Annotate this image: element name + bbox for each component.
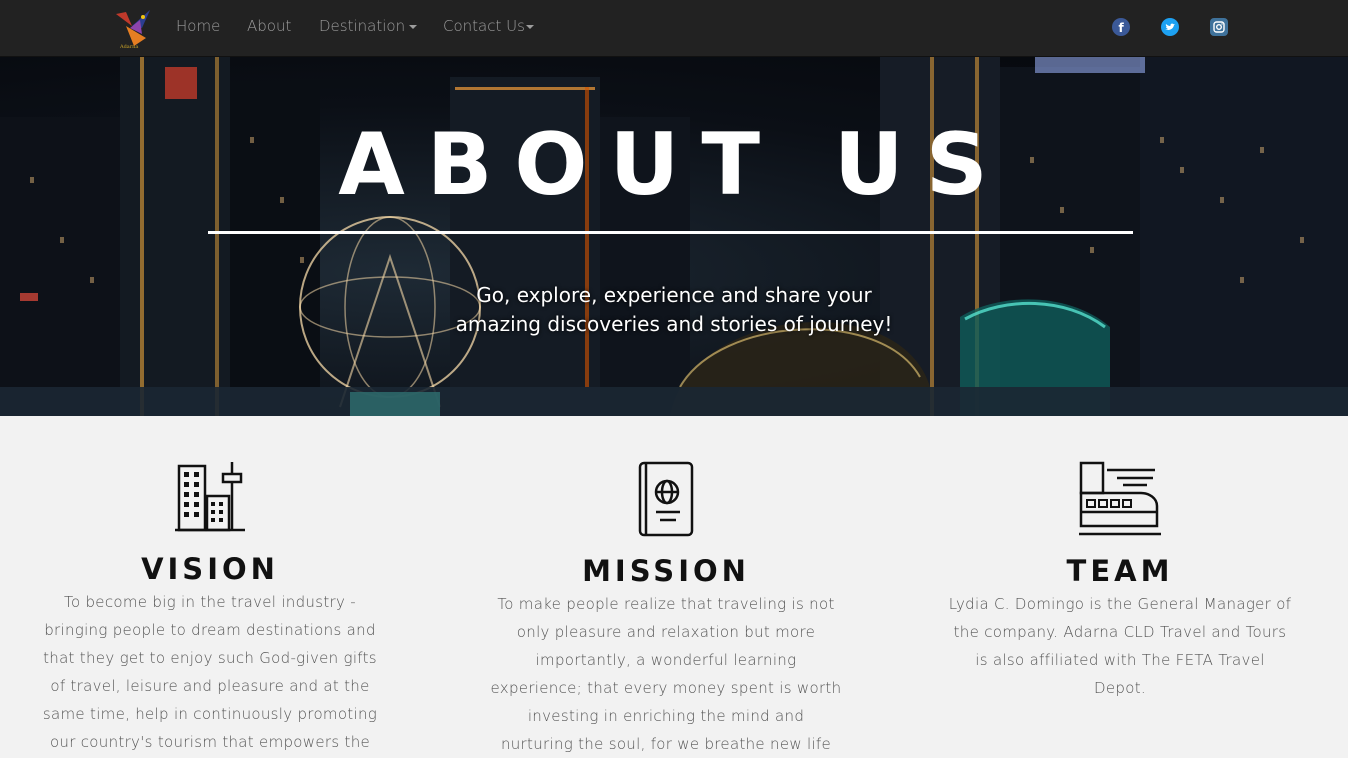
vision-line: bringing people to dream destinations an… [44,621,376,639]
train-icon [1079,461,1161,536]
team-section: TEAM Lydia C. Domingo is the General Man… [940,460,1300,702]
navbar: Adarna Home About Destination Contact Us… [0,0,1348,57]
facebook-icon[interactable]: f [1112,18,1130,36]
svg-text:f: f [1119,21,1125,35]
mission-text: To make people realize that traveling is… [486,590,846,758]
passport-icon [638,461,694,537]
nav-about-label: About [247,17,292,35]
vision-title: VISION [141,552,279,586]
twitter-icon[interactable] [1161,18,1179,36]
vision-line: same time, help in continuously promotin… [42,705,378,723]
mission-title: MISSION [582,554,750,588]
mission-line: experience; that every money spent is wo… [490,679,842,697]
vision-text: To become big in the travel industry - b… [40,588,380,756]
mission-line: importantly, a wonderful learning [535,651,797,669]
nav-contact-label: Contact Us [443,17,525,35]
hero-subtitle: Go, explore, experience and share your a… [0,281,1348,339]
vision-line: that they get to enjoy such God-given gi… [43,649,377,667]
instagram-icon[interactable] [1210,18,1228,36]
page-title: ABOUT US [338,115,1010,215]
nav-destination-label: Destination [319,17,406,35]
nav-contact-dropdown[interactable]: Contact Us [443,17,534,35]
nav-home-label: Home [176,17,221,35]
team-line: Depot. [1094,679,1146,697]
mission-line: investing in enriching the mind and [527,707,805,725]
svg-text:Adarna: Adarna [119,44,138,50]
vision-line: our country's tourism that empowers the [49,733,371,751]
chevron-down-icon [525,24,534,29]
nav-about[interactable]: About [247,17,291,35]
mission-line: only pleasure and relaxation but more [516,623,816,641]
team-line: the company. Adarna CLD Travel and Tours [953,623,1287,641]
title-divider [208,231,1133,234]
mission-line: To make people realize that traveling is… [497,595,835,613]
team-line: is also affiliated with The FETA Travel [975,651,1265,669]
team-line: Lydia C. Domingo is the General Manager … [948,595,1292,613]
team-text: Lydia C. Domingo is the General Manager … [940,590,1300,702]
vision-line: of travel, leisure and pleasure and at t… [50,677,370,695]
vision-section: VISION To become big in the travel indus… [40,460,380,756]
nav-home[interactable]: Home [176,17,220,35]
hero-subtitle-line1: Go, explore, experience and share your [476,283,872,307]
adarna-logo[interactable]: Adarna [112,8,154,50]
nav-destination-dropdown[interactable]: Destination [319,17,418,35]
team-title: TEAM [1066,554,1174,588]
city-night-background [0,57,1348,416]
mission-section: MISSION To make people realize that trav… [486,460,846,758]
chevron-down-icon [409,24,418,29]
hero-subtitle-line2: amazing discoveries and stories of journ… [455,312,893,336]
mission-line: nurturing the soul, for we breathe new l… [500,735,832,753]
vision-line: To become big in the travel industry - [64,593,356,611]
hero-banner: ABOUT US Go, explore, experience and sha… [0,57,1348,416]
city-buildings-icon [175,462,245,532]
